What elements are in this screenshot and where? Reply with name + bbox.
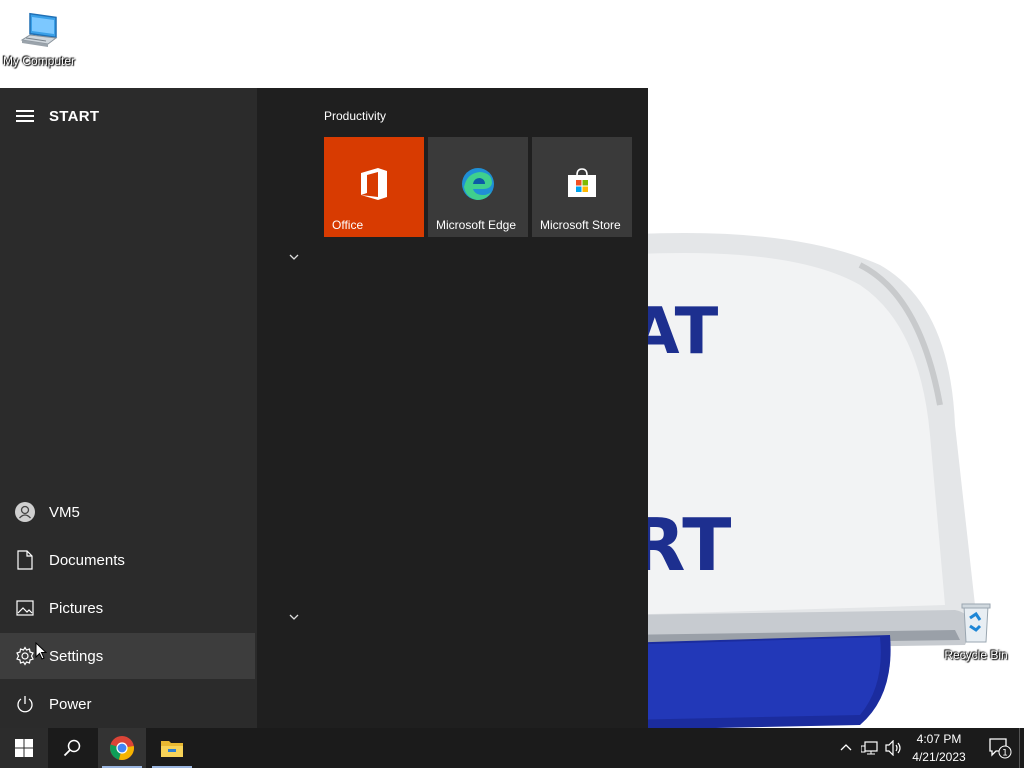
office-tile[interactable]: Office (324, 137, 424, 237)
start-title: START (49, 107, 100, 125)
file-explorer-icon (161, 741, 183, 757)
documents-item[interactable]: Documents (0, 537, 255, 583)
power-icon (15, 694, 35, 714)
user-account-item[interactable]: VM5 (0, 489, 255, 535)
network-icon (861, 741, 878, 755)
recycle-bin-label: Recycle Bin (944, 648, 1008, 662)
power-item[interactable]: Power (0, 681, 255, 727)
settings-label: Settings (49, 647, 104, 665)
document-icon (15, 550, 35, 570)
my-computer-label: My Computer (2, 54, 76, 68)
chevron-down-icon[interactable] (287, 250, 301, 264)
clock-time: 4:07 PM (916, 732, 962, 746)
chrome-taskbar-button[interactable] (98, 728, 146, 768)
start-header[interactable]: START (0, 98, 257, 134)
documents-label: Documents (49, 551, 125, 569)
pictures-label: Pictures (49, 599, 104, 617)
taskbar: 4:07 PM 4/21/2023 1 (0, 728, 1024, 768)
picture-icon (15, 598, 35, 618)
taskbar-clock[interactable]: 4:07 PM 4/21/2023 (906, 730, 972, 766)
recycle-bin-icon (961, 603, 991, 643)
network-tray-button[interactable] (860, 738, 880, 758)
office-icon (324, 167, 424, 201)
user-name: VM5 (49, 503, 80, 521)
chevron-down-icon[interactable] (287, 610, 301, 624)
store-tile[interactable]: Microsoft Store (532, 137, 632, 237)
store-icon (532, 167, 632, 199)
search-button[interactable] (48, 728, 96, 768)
mouse-cursor-icon (35, 642, 47, 660)
start-menu: START VM5 Documents Pictures Settings Po… (0, 88, 648, 728)
chrome-icon (110, 736, 134, 760)
notification-count: 1 (1002, 749, 1008, 759)
volume-icon (885, 740, 901, 756)
show-hidden-icons-button[interactable] (836, 738, 856, 758)
chevron-up-icon (840, 744, 852, 751)
action-center-button[interactable]: 1 (980, 728, 1020, 768)
edge-icon (428, 167, 528, 201)
recycle-bin-desktop-icon[interactable]: Recycle Bin (936, 600, 1016, 662)
volume-tray-button[interactable] (884, 738, 904, 758)
power-label: Power (49, 695, 92, 713)
computer-icon (20, 12, 58, 47)
my-computer-desktop-icon[interactable]: My Computer (0, 8, 79, 68)
windows-start-icon (15, 739, 33, 757)
pictures-item[interactable]: Pictures (0, 585, 255, 631)
user-avatar-icon (15, 502, 35, 522)
edge-tile[interactable]: Microsoft Edge (428, 137, 528, 237)
edge-tile-label: Microsoft Edge (436, 218, 517, 232)
notification-icon: 1 (989, 738, 1012, 759)
start-menu-left-pane: START VM5 Documents Pictures Settings Po… (0, 88, 257, 728)
tile-group-title: Productivity (324, 109, 387, 123)
clock-date: 4/21/2023 (912, 750, 966, 764)
show-desktop-button[interactable] (1019, 728, 1024, 768)
search-icon (63, 739, 81, 757)
gear-icon (15, 646, 35, 666)
hamburger-menu-icon[interactable] (16, 110, 34, 122)
file-explorer-taskbar-button[interactable] (148, 728, 196, 768)
start-button[interactable] (0, 728, 48, 768)
office-tile-label: Office (332, 218, 364, 232)
store-tile-label: Microsoft Store (540, 218, 621, 232)
